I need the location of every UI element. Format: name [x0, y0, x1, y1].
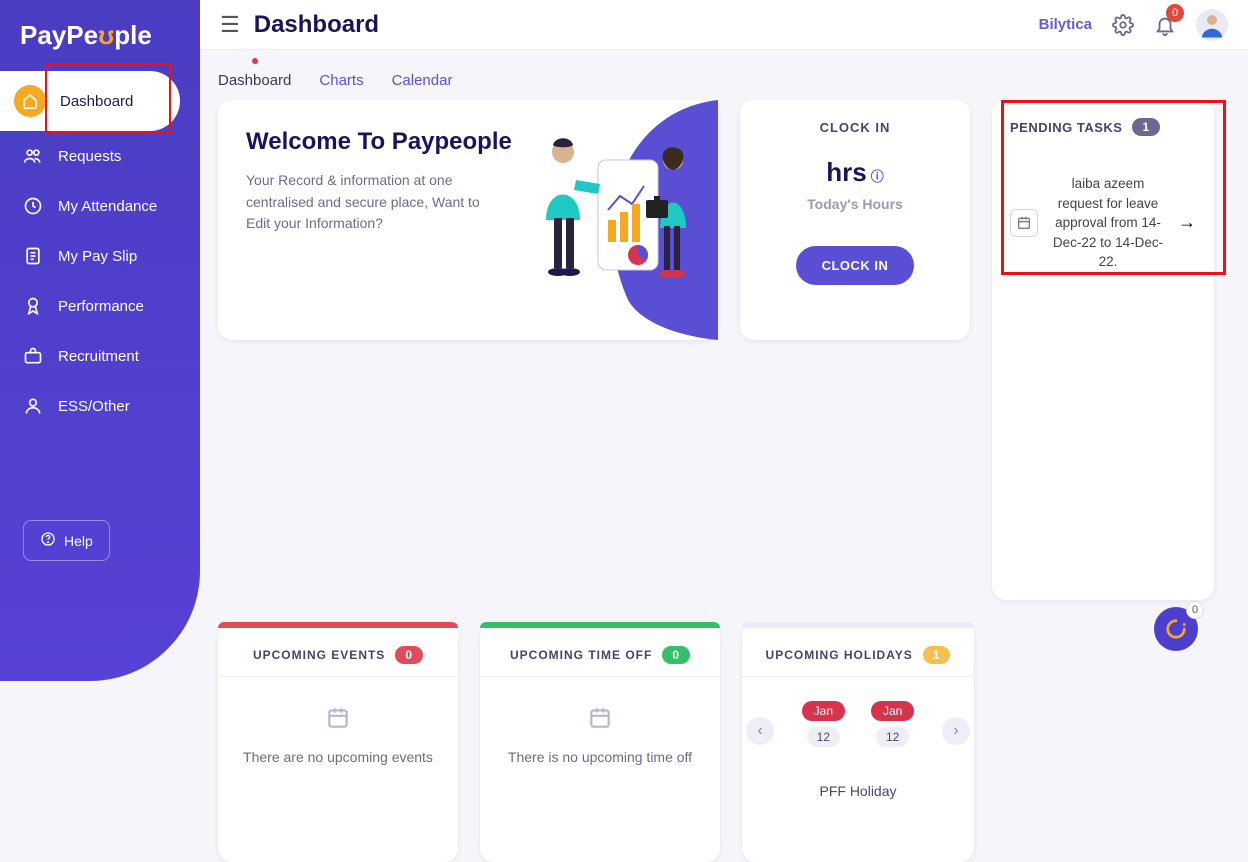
welcome-card: Welcome To Paypeople Your Record & infor… [218, 100, 718, 340]
tabs: Dashboard Charts Calendar [218, 72, 452, 89]
calendar-empty-icon [325, 705, 351, 731]
bell-icon[interactable]: 0 [1154, 14, 1176, 36]
help-label: Help [64, 533, 93, 549]
help-icon [40, 531, 56, 550]
sidebar-item-requests[interactable]: Requests [0, 131, 200, 181]
sidebar-item-label: Dashboard [60, 93, 133, 110]
sidebar-item-label: ESS/Other [58, 398, 130, 415]
pending-count-badge: 1 [1132, 118, 1159, 136]
briefcase-icon [22, 345, 44, 367]
holiday-month: Jan [802, 701, 845, 721]
sidebar-item-label: Recruitment [58, 348, 139, 365]
sidebar: PayPeʊple Dashboard Requests My Attendan… [0, 0, 200, 681]
avatar[interactable] [1196, 9, 1228, 41]
clock-in-button[interactable]: CLOCK IN [796, 246, 915, 285]
holiday-day: 12 [876, 727, 909, 747]
clock-subtitle: Today's Hours [750, 196, 960, 212]
tab-charts[interactable]: Charts [319, 72, 363, 89]
header: ☰ Dashboard Bilytica 0 [200, 0, 1248, 50]
sidebar-item-payslip[interactable]: My Pay Slip [0, 231, 200, 281]
holidays-title: UPCOMING HOLIDAYS [766, 648, 913, 662]
clock-hours: hrs ⓘ [750, 157, 960, 188]
holiday-name: PFF Holiday [742, 783, 974, 799]
main-content: Welcome To Paypeople Your Record & infor… [218, 100, 1230, 862]
menu-icon[interactable]: ☰ [220, 12, 240, 38]
info-icon[interactable]: ⓘ [871, 169, 884, 184]
home-icon [14, 85, 46, 117]
sidebar-item-dashboard[interactable]: Dashboard [0, 71, 180, 131]
ribbon-icon [22, 295, 44, 317]
page-title: Dashboard [254, 11, 379, 39]
tab-dashboard[interactable]: Dashboard [218, 72, 291, 89]
gear-icon[interactable] [1112, 14, 1134, 36]
holiday-month: Jan [871, 701, 914, 721]
sidebar-item-label: My Pay Slip [58, 248, 137, 265]
holiday-chip: Jan 12 [871, 701, 914, 747]
pending-task-text: laiba azeem request for leave approval f… [1048, 174, 1168, 272]
fab-button[interactable]: 0 [1154, 607, 1198, 651]
welcome-text: Your Record & information at one central… [246, 170, 486, 235]
users-icon [22, 145, 44, 167]
upcoming-events-card: UPCOMING EVENTS 0 There are no upcoming … [218, 622, 458, 862]
holiday-next-button[interactable]: › [942, 717, 970, 745]
timeoff-count-badge: 0 [662, 646, 690, 664]
events-title: UPCOMING EVENTS [253, 648, 385, 662]
pending-title: PENDING TASKS [1010, 120, 1122, 135]
holiday-chip: Jan 12 [802, 701, 845, 747]
holiday-day: 12 [807, 727, 840, 747]
tab-calendar[interactable]: Calendar [392, 72, 453, 89]
logo: PayPeʊple [0, 10, 200, 71]
clock-in-card: CLOCK IN hrs ⓘ Today's Hours CLOCK IN [740, 100, 970, 340]
sidebar-item-ess[interactable]: ESS/Other [0, 381, 200, 431]
events-empty-text: There are no upcoming events [243, 749, 433, 765]
calendar-empty-icon [587, 705, 613, 731]
timeoff-empty-text: There is no upcoming time off [508, 749, 692, 765]
events-count-badge: 0 [395, 646, 423, 664]
sidebar-item-performance[interactable]: Performance [0, 281, 200, 331]
person-icon [22, 395, 44, 417]
doc-icon [22, 245, 44, 267]
notification-badge: 0 [1166, 4, 1184, 22]
pending-task-row[interactable]: laiba azeem request for leave approval f… [1010, 174, 1196, 272]
clock-icon [22, 195, 44, 217]
clock-in-title: CLOCK IN [750, 120, 960, 135]
holidays-count-badge: 1 [923, 646, 951, 664]
welcome-title: Welcome To Paypeople [246, 128, 512, 156]
sidebar-item-label: Requests [58, 148, 121, 165]
arrow-right-icon[interactable]: → [1178, 212, 1196, 233]
welcome-illustration [488, 100, 718, 340]
pending-tasks-card: PENDING TASKS 1 laiba azeem request for … [992, 100, 1214, 600]
fab-badge: 0 [1186, 601, 1204, 619]
calendar-icon [1010, 209, 1038, 237]
sidebar-item-attendance[interactable]: My Attendance [0, 181, 200, 231]
holiday-prev-button[interactable]: ‹ [746, 717, 774, 745]
company-name[interactable]: Bilytica [1039, 16, 1092, 33]
help-button[interactable]: Help [23, 520, 110, 561]
sidebar-item-recruitment[interactable]: Recruitment [0, 331, 200, 381]
upcoming-holidays-card: UPCOMING HOLIDAYS 1 ‹ Jan 12 Jan 12 › PF… [742, 622, 974, 862]
sidebar-item-label: My Attendance [58, 198, 157, 215]
clock-hrs-label: hrs [826, 157, 866, 187]
timeoff-title: UPCOMING TIME OFF [510, 648, 652, 662]
upcoming-timeoff-card: UPCOMING TIME OFF 0 There is no upcoming… [480, 622, 720, 862]
sidebar-item-label: Performance [58, 298, 144, 315]
